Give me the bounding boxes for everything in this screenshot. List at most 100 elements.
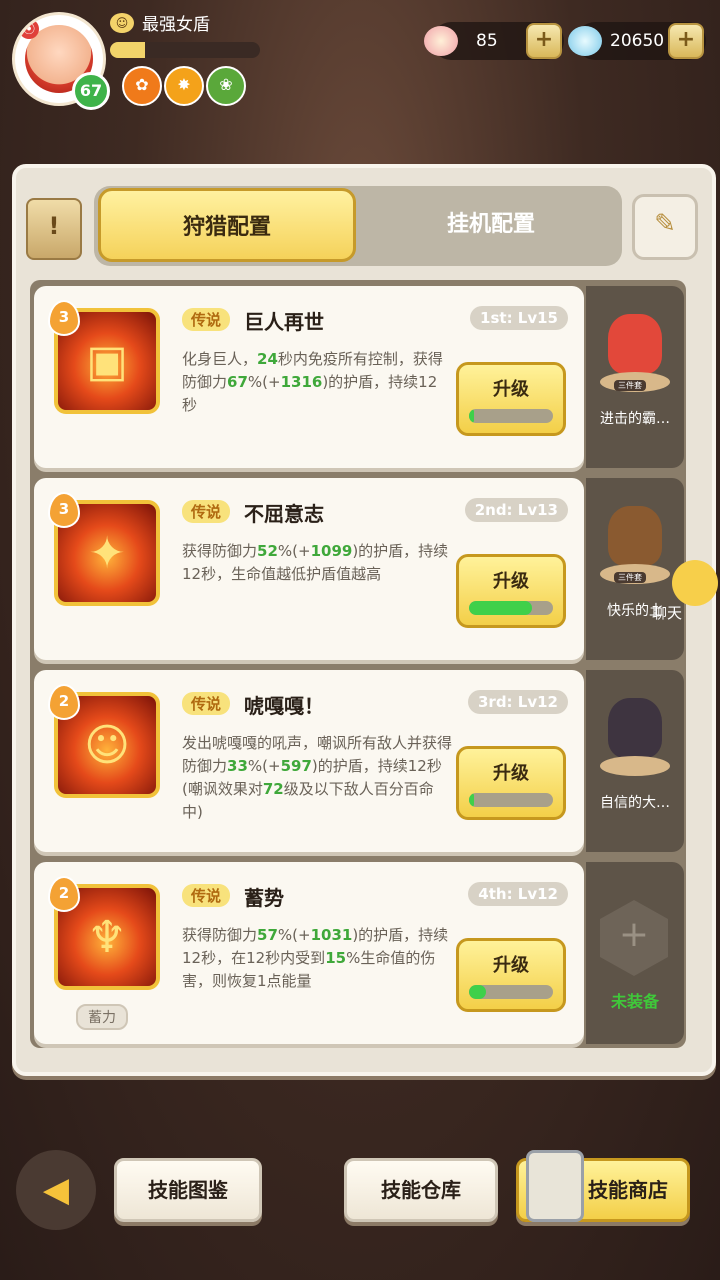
pet-name: 自信的大… (600, 795, 670, 811)
desc-segment: 1031 (310, 926, 353, 944)
chat-label: 聊天 (652, 604, 683, 622)
desc-segment: 获得防御力 (182, 926, 258, 944)
skill-description: 发出唬嘎嘎的吼声，嘲讽所有敌人并获得防御力33%(+597)的护盾，持续12秒(… (182, 732, 452, 824)
rarity-tag: 传说 (182, 500, 231, 523)
skill-card[interactable]: ☺ 2 传说 唬嘎嘎！ 3rd: Lv12 发出唬嘎嘎的吼声，嘲讽所有敌人并获得防御力33… (34, 670, 584, 852)
pet-figure: 三件套 (600, 502, 670, 586)
shell-count: 85 (476, 31, 498, 51)
skill-sublabel: 蓄力 (76, 1004, 128, 1030)
upgrade-progress-bar (469, 985, 553, 999)
unequipped-label: 未装备 (610, 992, 659, 1011)
pet-body (608, 506, 662, 566)
skill-rank-level: 1st: Lv15 (470, 306, 568, 330)
gem-count: 20650 (610, 31, 665, 51)
desc-segment: 化身巨人， (182, 350, 258, 368)
gem-icon (568, 26, 602, 56)
upgrade-progress-bar (469, 793, 553, 807)
skill-rank-drop: 2 (48, 876, 80, 912)
shop-scroll-icon (526, 1150, 584, 1222)
skill-rank-drop: 3 (48, 492, 80, 528)
desc-segment: %(+ (277, 542, 311, 560)
skill-name: 不屈意志 (244, 502, 324, 526)
desc-segment: %(+ (247, 373, 281, 391)
pet-body (608, 314, 662, 374)
desc-segment: 52 (257, 542, 278, 560)
xp-bar (110, 42, 260, 58)
skill-description: 化身巨人，24秒内免疫所有控制，获得防御力67%(+1316)的护盾，持续12秒 (182, 348, 452, 417)
desc-segment: 67 (227, 373, 248, 391)
set-stamp: 三件套 (614, 572, 646, 583)
desc-segment: 33 (227, 757, 248, 775)
player-level-badge: 67 (72, 72, 110, 110)
tab-idle-config[interactable]: 挂机配置 (360, 188, 622, 262)
skill-glyph-icon: ▣ (86, 336, 128, 387)
skill-warehouse-button[interactable]: 技能仓库 (344, 1158, 498, 1222)
scroll-info-icon[interactable] (26, 198, 82, 260)
upgrade-button[interactable]: 升级 (456, 362, 566, 436)
desc-segment: 57 (257, 926, 278, 944)
pet-name: 进击的霸… (600, 411, 670, 427)
back-arrow-button[interactable] (16, 1150, 96, 1230)
skill-rank-drop: 2 (48, 684, 80, 720)
edit-icon[interactable] (632, 194, 698, 260)
pet-base (600, 756, 670, 776)
skill-catalog-button[interactable]: 技能图鉴 (114, 1158, 262, 1222)
chat-button[interactable]: 聊天 (652, 560, 720, 622)
skill-card[interactable]: ♆ 2 蓄力 传说 蓄势 4th: Lv12 获得防御力57%(+1031)的护盾，持续12… (34, 862, 584, 1044)
add-gems-button[interactable]: + (668, 23, 704, 59)
skill-rank-level: 3rd: Lv12 (467, 690, 568, 714)
add-shells-button[interactable]: + (526, 23, 562, 59)
desc-segment: 597 (280, 757, 312, 775)
upgrade-label: 升级 (493, 955, 529, 976)
skill-glyph-icon: ☺ (84, 720, 130, 771)
upgrade-progress-fill (469, 985, 486, 999)
skill-description: 获得防御力52%(+1099)的护盾，持续12秒，生命值越低护盾值越高 (182, 540, 452, 586)
rarity-tag: 传说 (182, 884, 231, 907)
skill-glyph-icon: ♆ (87, 912, 127, 963)
skill-card[interactable]: ▣ 3 传说 巨人再世 1st: Lv15 化身巨人，24秒内免疫所有控制，获得防御力67… (34, 286, 584, 468)
pet-slot[interactable]: 未装备 (586, 862, 684, 1044)
skill-rank-level: 2nd: Lv13 (464, 498, 568, 522)
upgrade-label: 升级 (493, 763, 529, 784)
shell-icon (424, 26, 458, 56)
badge-leaf-icon[interactable]: ❀ (206, 66, 246, 106)
upgrade-button[interactable]: 升级 (456, 554, 566, 628)
tab-hunting-config[interactable]: 狩猎配置 (98, 188, 356, 262)
chat-bubble-icon (672, 560, 718, 606)
upgrade-progress-bar (469, 409, 553, 423)
upgrade-label: 升级 (493, 571, 529, 592)
skill-rank-level: 4th: Lv12 (468, 882, 568, 906)
shell-currency: 85 + (424, 22, 564, 60)
rarity-tag: 传说 (182, 308, 231, 331)
desc-segment: 1316 (280, 373, 323, 391)
record-icon: ⦿ (19, 19, 39, 39)
desc-segment: 1099 (310, 542, 353, 560)
upgrade-button[interactable]: 升级 (456, 938, 566, 1012)
pet-slot[interactable]: 自信的大… (586, 670, 684, 852)
skill-name: 蓄势 (244, 886, 284, 910)
badge-sun-icon[interactable]: ✿ (122, 66, 162, 106)
upgrade-button[interactable]: 升级 (456, 746, 566, 820)
badge-swirl-icon[interactable]: ✸ (164, 66, 204, 106)
upgrade-label: 升级 (493, 379, 529, 400)
pet-figure: 三件套 (600, 310, 670, 394)
desc-segment: %(+ (277, 926, 311, 944)
desc-segment: %(+ (247, 757, 281, 775)
gem-currency: 20650 + (568, 22, 706, 60)
pet-slot[interactable]: 三件套进击的霸… (586, 286, 684, 468)
xp-bar-fill (110, 42, 145, 58)
pet-slot[interactable]: 三件套 快乐的土 (586, 478, 684, 660)
player-name: 最强女盾 (142, 15, 210, 35)
desc-segment: 15 (325, 949, 347, 967)
upgrade-progress-fill (469, 793, 475, 807)
skill-name: 巨人再世 (244, 310, 324, 334)
add-pet-plus-icon[interactable] (600, 900, 668, 976)
upgrade-progress-fill (469, 601, 532, 615)
skill-card[interactable]: ✦ 3 传说 不屈意志 2nd: Lv13 获得防御力52%(+1099)的护盾，持续12… (34, 478, 584, 660)
smile-icon: ☺ (110, 12, 134, 33)
rarity-tag: 传说 (182, 692, 231, 715)
pet-body (608, 698, 662, 758)
desc-segment: 72 (262, 780, 284, 798)
set-stamp: 三件套 (614, 380, 646, 391)
skill-description: 获得防御力57%(+1031)的护盾，持续12秒，在12秒内受到15%生命值的伤… (182, 924, 452, 993)
